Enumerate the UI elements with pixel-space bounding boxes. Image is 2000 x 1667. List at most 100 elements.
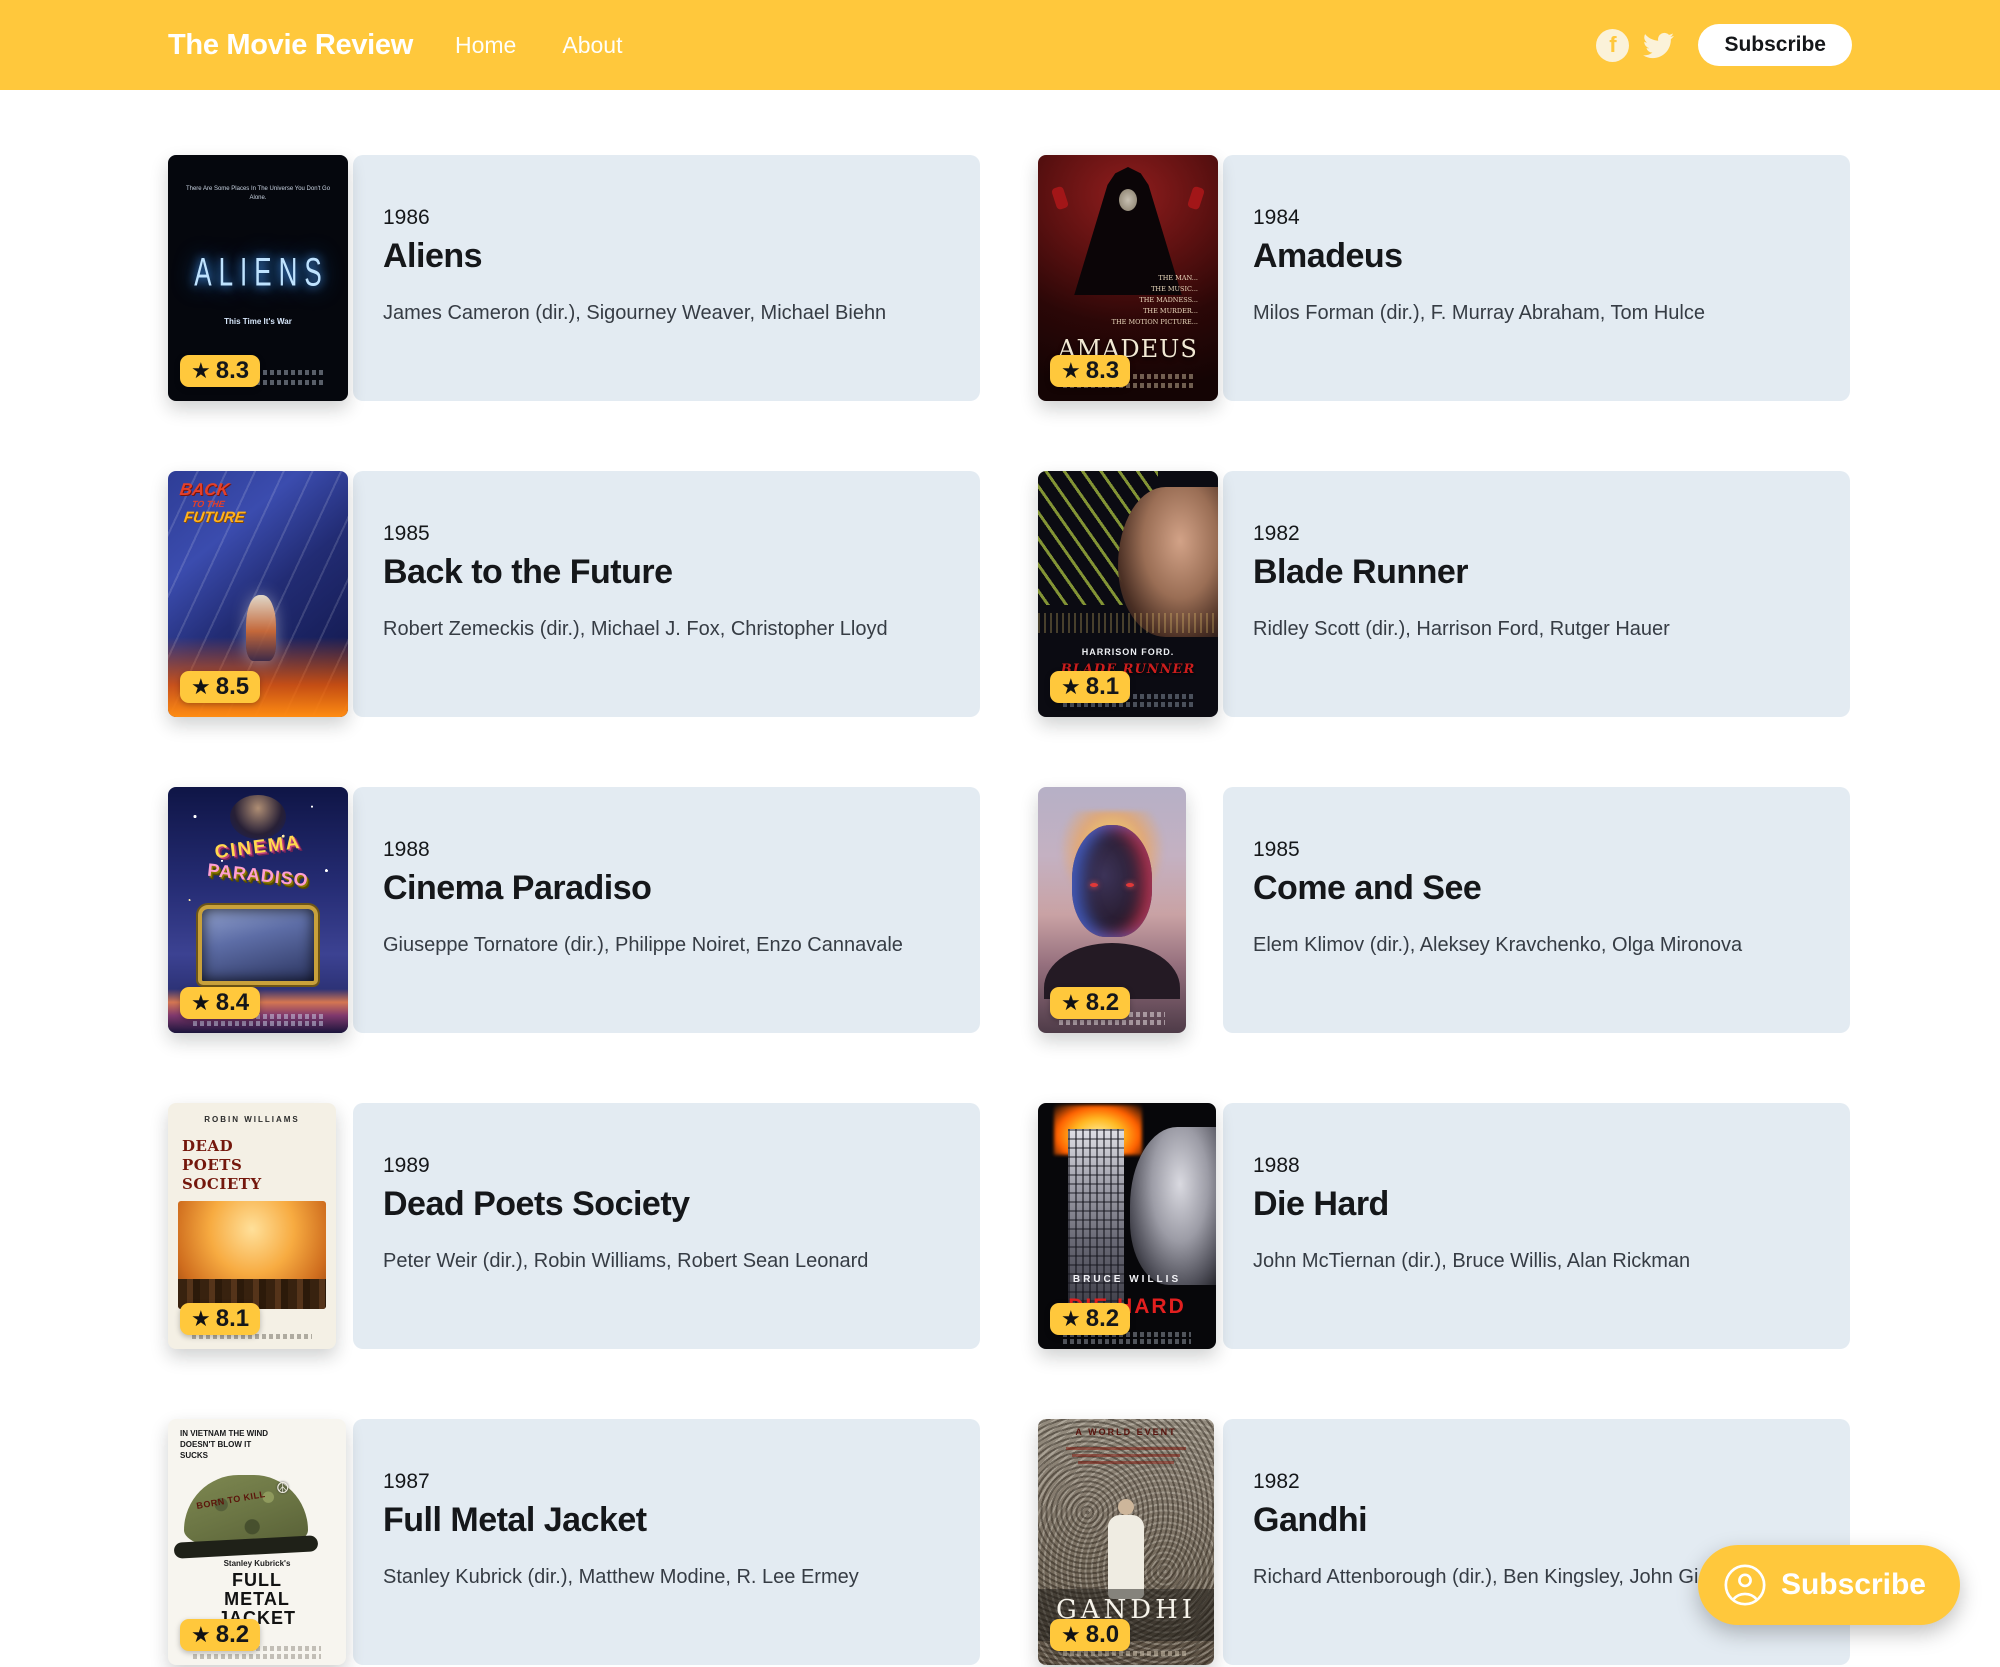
movie-title[interactable]: Come and See	[1253, 870, 1820, 907]
poster-tagline: A WORLD EVENT	[1038, 1427, 1214, 1437]
twitter-icon[interactable]	[1643, 30, 1674, 61]
poster-head	[1072, 825, 1152, 937]
facebook-icon[interactable]: f	[1596, 29, 1629, 62]
poster-hand	[1187, 186, 1205, 211]
nav-home[interactable]: Home	[455, 32, 516, 59]
poster-figure	[246, 595, 276, 661]
poster-logo-line: BACK	[179, 481, 250, 498]
movie-card-full-metal-jacket[interactable]: In Vietnam the wind doesn't blow it suck…	[168, 1419, 980, 1665]
movie-poster[interactable]: HARRISON FORD. BLADE RUNNER ★ 8.1	[1038, 471, 1223, 717]
poster-credits-texture	[193, 1654, 321, 1659]
movie-year: 1982	[1253, 1469, 1820, 1494]
rating-badge: ★ 8.5	[180, 671, 260, 703]
movie-title[interactable]: Aliens	[383, 238, 950, 275]
poster-logo-line: METAL	[168, 1590, 346, 1608]
star-icon: ★	[191, 676, 211, 698]
movie-card-gandhi[interactable]: A WORLD EVENT GANDHI ★ 8.0 1982 Gandhi R…	[1038, 1419, 1850, 1665]
movie-year: 1985	[383, 521, 950, 546]
rating-value: 8.1	[216, 1307, 249, 1331]
rating-badge: ★ 8.1	[180, 1303, 260, 1335]
poster-credits-texture	[1063, 1339, 1191, 1344]
movie-card-cinema-paradiso[interactable]: CINEMA PARADISO ★ 8.4 1988 Cinema Paradi…	[168, 787, 980, 1033]
movie-year: 1988	[1253, 1153, 1820, 1178]
rating-value: 8.2	[1086, 991, 1119, 1015]
poster-face	[1130, 1127, 1216, 1285]
movie-poster[interactable]: CINEMA PARADISO ★ 8.4	[168, 787, 353, 1033]
movie-card-back-to-the-future[interactable]: BACK TO THE FUTURE ★ 8.5 1985 Back to th…	[168, 471, 980, 717]
poster-actor-name: ROBIN WILLIAMS	[168, 1115, 336, 1124]
movie-poster[interactable]: ★ 8.2	[1038, 787, 1223, 1033]
movie-poster[interactable]: There Are Some Places In The Universe Yo…	[168, 155, 353, 401]
movie-poster[interactable]: THE MAN... THE MUSIC... THE MADNESS... T…	[1038, 155, 1223, 401]
rating-value: 8.2	[216, 1623, 249, 1647]
poster-tagline: THE MADNESS...	[1038, 295, 1198, 306]
rating-value: 8.0	[1086, 1623, 1119, 1647]
poster-credit: Stanley Kubrick's	[168, 1559, 346, 1568]
movie-title[interactable]: Dead Poets Society	[383, 1186, 950, 1223]
poster-tagline: THE MURDER...	[1038, 306, 1198, 317]
rating-value: 8.2	[1086, 1307, 1119, 1331]
poster-tagline: There Are Some Places In The Universe Yo…	[178, 185, 338, 203]
movie-info: 1988 Cinema Paradiso Giuseppe Tornatore …	[353, 787, 980, 1033]
movie-card-dead-poets-society[interactable]: ROBIN WILLIAMS DEAD POETS SOCIETY ★ 8.1 …	[168, 1103, 980, 1349]
movie-card-aliens[interactable]: There Are Some Places In The Universe Yo…	[168, 155, 980, 401]
movie-poster[interactable]: In Vietnam the wind doesn't blow it suck…	[168, 1419, 353, 1665]
movie-cast: Giuseppe Tornatore (dir.), Philippe Noir…	[383, 932, 950, 959]
movie-year: 1982	[1253, 521, 1820, 546]
poster-credits-texture	[193, 1021, 323, 1026]
poster-hand	[1051, 186, 1069, 211]
movie-info: 1987 Full Metal Jacket Stanley Kubrick (…	[353, 1419, 980, 1665]
movie-year: 1985	[1253, 837, 1820, 862]
star-icon: ★	[191, 360, 211, 382]
movie-cast: Ridley Scott (dir.), Harrison Ford, Rutg…	[1253, 616, 1820, 643]
movie-card-come-and-see[interactable]: ★ 8.2 1985 Come and See Elem Klimov (dir…	[1038, 787, 1850, 1033]
movie-card-die-hard[interactable]: BRUCE WILLIS DIE HARD ★ 8.2 1988 Die Har…	[1038, 1103, 1850, 1349]
movie-poster[interactable]: BACK TO THE FUTURE ★ 8.5	[168, 471, 353, 717]
poster-figure	[230, 795, 286, 839]
movie-title[interactable]: Cinema Paradiso	[383, 870, 950, 907]
movie-year: 1988	[383, 837, 950, 862]
movie-year: 1986	[383, 205, 950, 230]
rating-badge: ★ 8.3	[1050, 355, 1130, 387]
movie-title[interactable]: Back to the Future	[383, 554, 950, 591]
site-title[interactable]: The Movie Review	[168, 29, 413, 62]
rating-value: 8.3	[1086, 359, 1119, 383]
movie-title[interactable]: Full Metal Jacket	[383, 1502, 950, 1539]
rating-value: 8.1	[1086, 675, 1119, 699]
poster-actor-name: HARRISON FORD.	[1038, 647, 1218, 657]
movie-cast: Stanley Kubrick (dir.), Matthew Modine, …	[383, 1564, 950, 1591]
movie-info: 1982 Gandhi Richard Attenborough (dir.),…	[1223, 1419, 1850, 1665]
movie-title[interactable]: Gandhi	[1253, 1502, 1820, 1539]
portal-subscribe-button[interactable]: Subscribe	[1698, 1545, 1960, 1625]
poster-logo-line: POETS	[182, 1156, 242, 1174]
subscribe-button[interactable]: Subscribe	[1698, 24, 1852, 66]
movie-cast: Peter Weir (dir.), Robin Williams, Rober…	[383, 1248, 950, 1275]
portal-subscribe-label: Subscribe	[1781, 1568, 1926, 1602]
rating-badge: ★ 8.1	[1050, 671, 1130, 703]
poster-photo	[178, 1201, 326, 1309]
movie-cast: John McTiernan (dir.), Bruce Willis, Ala…	[1253, 1248, 1820, 1275]
poster-logo-line: PARADISO	[168, 856, 348, 896]
nav-about[interactable]: About	[562, 32, 622, 59]
account-icon	[1722, 1562, 1768, 1608]
movie-year: 1984	[1253, 205, 1820, 230]
star-icon: ★	[1061, 676, 1081, 698]
rating-value: 8.3	[216, 359, 249, 383]
poster-figure	[1108, 1515, 1144, 1599]
peace-icon: ☮	[276, 1479, 289, 1497]
movie-poster[interactable]: A WORLD EVENT GANDHI ★ 8.0	[1038, 1419, 1223, 1665]
movie-card-blade-runner[interactable]: HARRISON FORD. BLADE RUNNER ★ 8.1 1982 B…	[1038, 471, 1850, 717]
poster-figure-face	[1119, 189, 1137, 211]
poster-tagline: THE MUSIC...	[1038, 284, 1198, 295]
movie-poster[interactable]: BRUCE WILLIS DIE HARD ★ 8.2	[1038, 1103, 1223, 1349]
movie-card-amadeus[interactable]: THE MAN... THE MUSIC... THE MADNESS... T…	[1038, 155, 1850, 401]
poster-logo: ALIENS	[168, 248, 348, 296]
movie-poster[interactable]: ROBIN WILLIAMS DEAD POETS SOCIETY ★ 8.1	[168, 1103, 353, 1349]
poster-tagline: THE MOTION PICTURE...	[1038, 317, 1198, 328]
movie-info: 1986 Aliens James Cameron (dir.), Sigour…	[353, 155, 980, 401]
movie-title[interactable]: Blade Runner	[1253, 554, 1820, 591]
movie-title[interactable]: Die Hard	[1253, 1186, 1820, 1223]
rating-badge: ★ 8.4	[180, 987, 260, 1019]
movie-title[interactable]: Amadeus	[1253, 238, 1820, 275]
movie-year: 1989	[383, 1153, 950, 1178]
